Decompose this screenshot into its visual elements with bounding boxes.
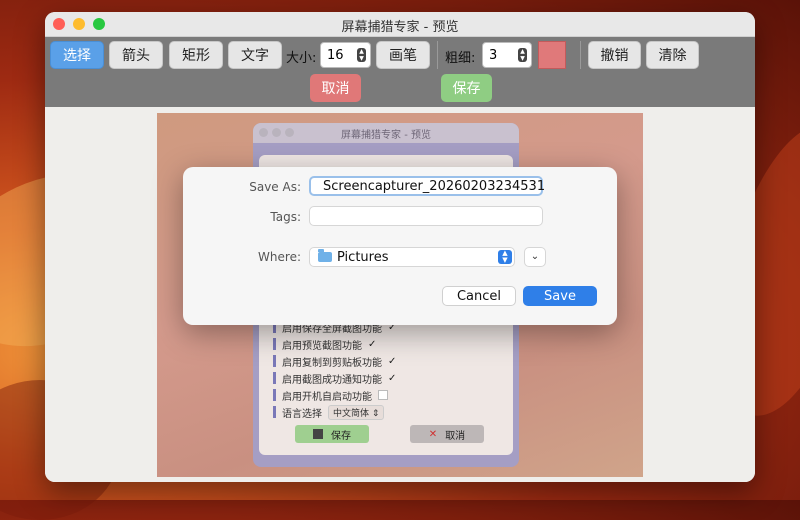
setting-label: 启用截图成功通知功能	[282, 374, 382, 386]
row-marker	[273, 372, 276, 384]
dialog-cancel-button[interactable]: Cancel	[442, 286, 516, 306]
toolbar-divider	[437, 41, 438, 69]
thickness-value: 3	[489, 47, 498, 63]
titlebar: 屏幕捕猎专家 - 预览	[45, 12, 755, 37]
save-dialog: Save As: Screencapturer_20260203234531 T…	[183, 167, 617, 325]
row-marker	[273, 355, 276, 367]
where-value: Pictures	[337, 249, 389, 265]
row-marker	[273, 406, 276, 418]
save-button[interactable]: 保存	[441, 74, 492, 102]
save-as-label: Save As:	[249, 180, 301, 194]
tags-field[interactable]	[309, 206, 543, 226]
where-label: Where:	[258, 250, 301, 264]
row-marker	[273, 389, 276, 401]
setting-label: 启用开机自启动功能	[282, 391, 372, 403]
expand-chevron-button[interactable]: ⌄	[524, 247, 546, 267]
cancel-button[interactable]: 取消	[310, 74, 361, 102]
setting-row: 启用复制到剪贴板功能 ✓	[273, 353, 396, 369]
captured-cancel-button: ✕ 取消	[410, 425, 484, 443]
folder-icon	[318, 249, 332, 262]
size-stepper[interactable]: 16 ▲ ▼	[320, 42, 371, 68]
setting-row: 启用截图成功通知功能 ✓	[273, 370, 396, 386]
language-value: 中文简体	[333, 408, 370, 419]
language-select: 中文简体 ⇕	[328, 404, 385, 420]
unchecked-box-icon	[378, 390, 388, 400]
pen-tool-button[interactable]: 画笔	[376, 41, 430, 69]
toolbar-divider	[580, 41, 581, 69]
setting-label: 启用复制到剪贴板功能	[282, 357, 382, 369]
captured-save-label: 保存	[331, 430, 351, 442]
rect-tool-button[interactable]: 矩形	[169, 41, 223, 69]
floppy-disk-icon	[313, 429, 323, 439]
captured-window-title: 屏幕捕猎专家 - 预览	[341, 130, 431, 141]
checkmark-icon: ✓	[388, 372, 397, 384]
size-value: 16	[327, 47, 344, 63]
language-label: 语言选择	[282, 408, 322, 420]
dialog-save-button[interactable]: Save	[523, 286, 597, 306]
select-tool-button[interactable]: 选择	[50, 41, 104, 69]
captured-cancel-label: 取消	[445, 430, 466, 442]
checkmark-icon: ✓	[388, 355, 397, 367]
setting-label: 启用预览截图功能	[282, 340, 362, 352]
stepper-arrows-icon[interactable]: ▲ ▼	[357, 48, 366, 62]
text-tool-button[interactable]: 文字	[228, 41, 282, 69]
stepper-arrows-icon[interactable]: ▲ ▼	[518, 48, 527, 62]
window-title: 屏幕捕猎专家 - 预览	[341, 20, 459, 35]
where-select[interactable]: Pictures ▲ ▼	[309, 247, 515, 267]
color-swatch[interactable]	[538, 41, 566, 69]
red-x-icon: ✕	[428, 428, 438, 440]
setting-row: 启用开机自启动功能	[273, 387, 388, 403]
captured-titlebar: 屏幕捕猎专家 - 预览	[253, 123, 519, 143]
annotation-toolbar: 选择 箭头 矩形 文字 大小: 16 ▲ ▼ 画笔 粗细: 3 ▲ ▼ 撤销 清除 …	[45, 37, 755, 107]
clear-button[interactable]: 清除	[646, 41, 699, 69]
select-chevrons-icon[interactable]: ▲ ▼	[498, 250, 512, 264]
row-marker	[273, 338, 276, 350]
undo-button[interactable]: 撤销	[588, 41, 641, 69]
checkmark-icon: ✓	[368, 338, 377, 350]
save-as-value: Screencapturer_20260203234531	[323, 178, 546, 194]
setting-row: 语言选择 中文简体 ⇕	[273, 404, 385, 420]
captured-save-button: 保存	[295, 425, 369, 443]
thickness-label: 粗细:	[445, 51, 476, 66]
size-label: 大小:	[286, 51, 317, 66]
arrow-tool-button[interactable]: 箭头	[109, 41, 163, 69]
thickness-stepper[interactable]: 3 ▲ ▼	[482, 42, 532, 68]
save-as-field[interactable]: Screencapturer_20260203234531	[309, 176, 546, 196]
chevron-down-icon: ⌄	[530, 251, 540, 262]
tags-label: Tags:	[270, 210, 301, 224]
setting-row: 启用预览截图功能 ✓	[273, 336, 376, 352]
